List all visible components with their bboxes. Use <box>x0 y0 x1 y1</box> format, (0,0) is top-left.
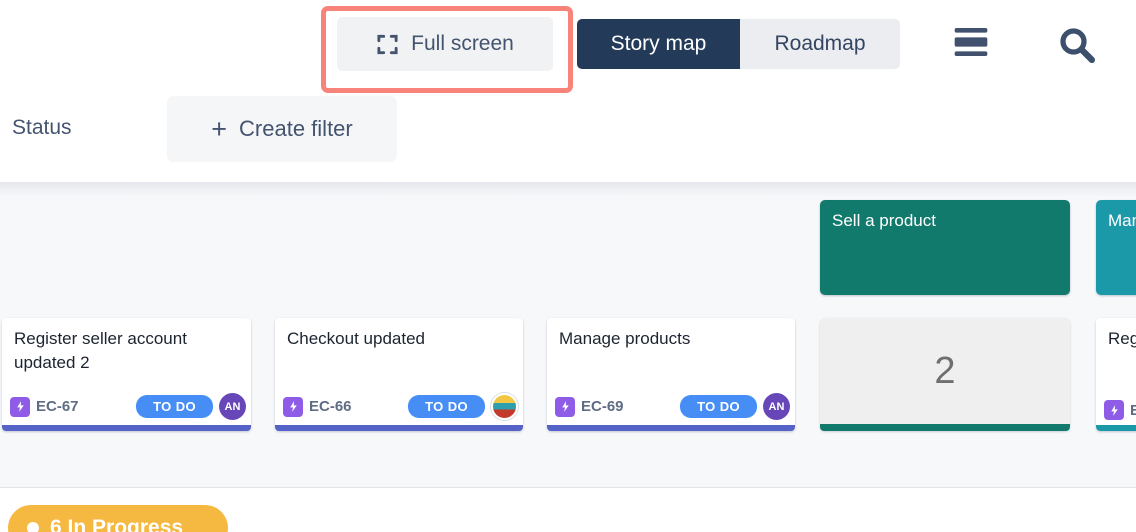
story-card-footer: EC-67 TO DO AN <box>10 393 246 420</box>
story-card-ec-66[interactable]: Checkout updated EC-66 TO DO <box>275 318 523 431</box>
sprint-lane-label: 6 In Progress <box>50 516 183 532</box>
header: Full screen Story map Roadmap Stat <box>0 0 1136 182</box>
epic-color-strip <box>275 425 523 431</box>
issue-key: EC-69 <box>581 398 624 415</box>
plus-icon: + <box>211 116 227 143</box>
story-card-ec-69[interactable]: Manage products EC-69 TO DO AN <box>547 318 795 431</box>
story-bolt-icon <box>10 397 30 417</box>
tab-roadmap-label: Roadmap <box>774 32 865 56</box>
story-map-board: Sell a product Mana Register seller acco… <box>0 182 1136 488</box>
issue-key: EC- <box>1130 402 1136 419</box>
story-title: Register seller account updated 2 <box>2 318 251 375</box>
search-icon[interactable] <box>1056 24 1098 66</box>
tab-roadmap[interactable]: Roadmap <box>740 19 900 69</box>
story-bolt-icon <box>555 397 575 417</box>
epic-color-strip <box>820 424 1070 431</box>
status-badge[interactable]: TO DO <box>136 395 213 418</box>
rows-icon[interactable] <box>954 28 988 56</box>
epic-color-strip <box>547 425 795 431</box>
story-card-footer: EC-69 TO DO AN <box>555 393 790 420</box>
story-title: Manage products <box>547 318 795 351</box>
status-field-label: Status <box>12 116 72 140</box>
collapsed-story-count: 2 <box>934 350 955 399</box>
tab-story-map-label: Story map <box>611 32 707 56</box>
epic-card-partial[interactable]: Mana <box>1096 200 1136 295</box>
collapsed-count-card[interactable]: 2 <box>820 318 1070 431</box>
epic-color-strip <box>2 425 251 431</box>
epic-title: Sell a product <box>832 211 936 230</box>
avatar[interactable]: AN <box>219 393 246 420</box>
status-badge[interactable]: TO DO <box>408 395 485 418</box>
epic-color-strip <box>1096 425 1136 431</box>
epic-card-sell-a-product[interactable]: Sell a product <box>820 200 1070 295</box>
fullscreen-button[interactable]: Full screen <box>337 17 553 71</box>
story-title: Checkout updated <box>275 318 523 351</box>
story-bolt-icon <box>283 397 303 417</box>
avatar[interactable]: AN <box>763 393 790 420</box>
story-card-ec-67[interactable]: Register seller account updated 2 EC-67 … <box>2 318 251 431</box>
issue-key: EC-67 <box>36 398 79 415</box>
story-card-partial[interactable]: Regis EC- <box>1096 318 1136 431</box>
story-map-app: Full screen Story map Roadmap Stat <box>0 0 1136 532</box>
sprint-lane-header[interactable]: 6 In Progress <box>8 505 228 532</box>
epic-title: Mana <box>1108 211 1136 230</box>
story-card-footer: EC- <box>1104 400 1136 420</box>
story-bolt-icon <box>1104 400 1124 420</box>
story-title: Regis <box>1096 318 1136 351</box>
view-toggle: Story map Roadmap <box>577 19 900 69</box>
robot-avatar[interactable] <box>491 393 518 420</box>
status-badge[interactable]: TO DO <box>680 395 757 418</box>
fullscreen-icon <box>376 33 399 56</box>
fullscreen-button-label: Full screen <box>411 32 514 56</box>
sprint-lane-section: 6 In Progress <box>0 489 1136 532</box>
bullet-dot-icon <box>27 522 39 532</box>
create-filter-label: Create filter <box>239 116 353 142</box>
create-filter-button[interactable]: + Create filter <box>167 96 397 162</box>
issue-key: EC-66 <box>309 398 352 415</box>
tab-story-map[interactable]: Story map <box>577 19 740 69</box>
story-card-footer: EC-66 TO DO <box>283 393 518 420</box>
